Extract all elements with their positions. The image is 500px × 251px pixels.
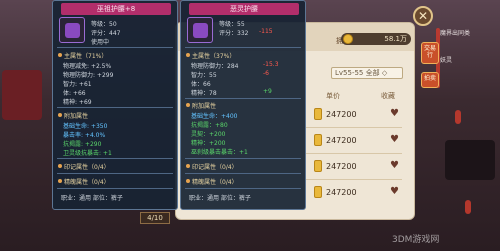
lantern-decoration: [465, 200, 471, 214]
market-row[interactable]: 247200 ♥: [306, 155, 402, 179]
extra-attr-line: 抗揭露: +290: [63, 141, 102, 148]
item-level: 等级：50: [91, 21, 117, 28]
heart-icon[interactable]: ♥: [390, 187, 400, 197]
row-price: 247200: [326, 110, 357, 119]
divider: [57, 47, 173, 48]
coin-icon: [343, 34, 353, 44]
divider: [57, 188, 173, 189]
extra-attr-line: 暴击率: +4.0%: [63, 132, 106, 139]
waist-armor-icon: [59, 17, 85, 43]
item-title: 恶灵护腰: [189, 3, 299, 15]
lantern-decoration: [455, 110, 461, 124]
divider: [185, 47, 301, 48]
main-attr-header: 主属性（71%）: [58, 51, 107, 60]
main-attr-header: 主属性（37%）: [186, 51, 235, 60]
divider: [185, 158, 301, 159]
row-divider: [306, 153, 402, 154]
coin-icon: [314, 160, 322, 172]
heart-icon[interactable]: ♥: [390, 135, 400, 145]
job-slot: 职业：通用 部位：裤子: [61, 195, 123, 202]
attr-delta: -15.3: [263, 61, 279, 68]
row-price: 247200: [326, 188, 357, 197]
extra-attr-line: 基础生命: +350: [63, 123, 108, 130]
held-value: 58.1万: [384, 35, 407, 43]
divider: [57, 158, 173, 159]
background-character: [445, 140, 495, 180]
watermark: 3DM游戏网: [392, 235, 440, 245]
spirit-attr: 精魄属性（0/4）: [58, 177, 110, 186]
attr-line: 物理防御力：284: [191, 63, 239, 70]
right-strip-line: 妖灵: [440, 57, 453, 64]
attr-line: 精神：78: [191, 90, 217, 97]
coin-icon: [314, 186, 322, 198]
right-info-strip: 魔界出同类 妖灵: [440, 22, 480, 82]
mark-attr: 印记属性（0/4）: [186, 162, 238, 171]
col-header-price: 单价: [326, 92, 340, 100]
extra-attr-header: 附加属性: [186, 101, 216, 110]
extra-attr-line: 基础生命：+400: [191, 113, 238, 120]
divider: [57, 107, 173, 108]
col-header-fav: 收藏: [381, 92, 395, 100]
attr-delta: +9: [263, 88, 272, 95]
trade-button[interactable]: 交易行: [421, 42, 439, 64]
divider: [185, 173, 301, 174]
market-row[interactable]: 247200 ♥: [306, 103, 402, 127]
divider: [185, 188, 301, 189]
item-level: 等级：55: [219, 21, 245, 28]
spirit-attr: 精魄属性（0/4）: [186, 177, 238, 186]
page-indicator: 4/10: [140, 212, 170, 224]
attr-line: 物理减免: +2.5%: [63, 63, 112, 70]
market-row[interactable]: 247200 ♥: [306, 181, 402, 205]
attr-line: 智力：55: [191, 72, 217, 79]
item-title: 巫祖护腰+8: [61, 3, 171, 15]
attr-line: 智力: +61: [63, 81, 92, 88]
attr-line: 物理防御力: +299: [63, 72, 114, 79]
right-strip-line: 魔界出同类: [440, 30, 471, 37]
attr-line: 精神: +69: [63, 99, 92, 106]
attr-line: 体: +66: [63, 90, 86, 97]
level-filter-dropdown[interactable]: Lv55-55 全部 ◇: [331, 67, 403, 79]
close-button[interactable]: ✕: [413, 6, 433, 26]
item-score: 评分：447: [91, 30, 121, 37]
job-slot: 职业：通用 部位：裤子: [189, 195, 251, 202]
extra-attr-line: 卫灵级抗暴击: +1: [63, 150, 112, 157]
extra-attr-header: 附加属性: [58, 111, 88, 120]
row-divider: [306, 127, 402, 128]
compare-item-tooltip: 恶灵护腰 等级：55 评分：332 -115 主属性（37%） 物理防御力：28…: [180, 0, 306, 210]
background-character: [2, 70, 42, 120]
mark-attr: 印记属性（0/4）: [58, 162, 110, 171]
waist-armor-icon: [187, 17, 213, 43]
item-status: 使用中: [91, 39, 110, 46]
attr-delta: -6: [263, 70, 269, 77]
extra-attr-line: 巫刹级暴击暴击：+1: [191, 149, 248, 156]
item-score: 评分：332: [219, 30, 249, 37]
extra-attr-line: 精神：+200: [191, 140, 226, 147]
row-price: 247200: [326, 162, 357, 171]
extra-attr-line: 灵契：+200: [191, 131, 226, 138]
divider: [57, 173, 173, 174]
row-divider: [306, 179, 402, 180]
row-price: 247200: [326, 136, 357, 145]
divider: [185, 98, 301, 99]
equipped-item-tooltip: 巫祖护腰+8 等级：50 评分：447 使用中 主属性（71%） 物理减免: +…: [52, 0, 178, 210]
held-currency: 58.1万: [341, 33, 411, 45]
extra-attr-line: 抗揭露：+80: [191, 122, 228, 129]
coin-icon: [314, 108, 322, 120]
item-score-delta: -115: [259, 28, 273, 35]
market-row[interactable]: 247200 ♥: [306, 129, 402, 153]
coin-icon: [314, 134, 322, 146]
auction-button[interactable]: 拍卖: [421, 72, 439, 88]
attr-line: 体：66: [191, 81, 211, 88]
heart-icon[interactable]: ♥: [390, 109, 400, 119]
heart-icon[interactable]: ♥: [390, 161, 400, 171]
